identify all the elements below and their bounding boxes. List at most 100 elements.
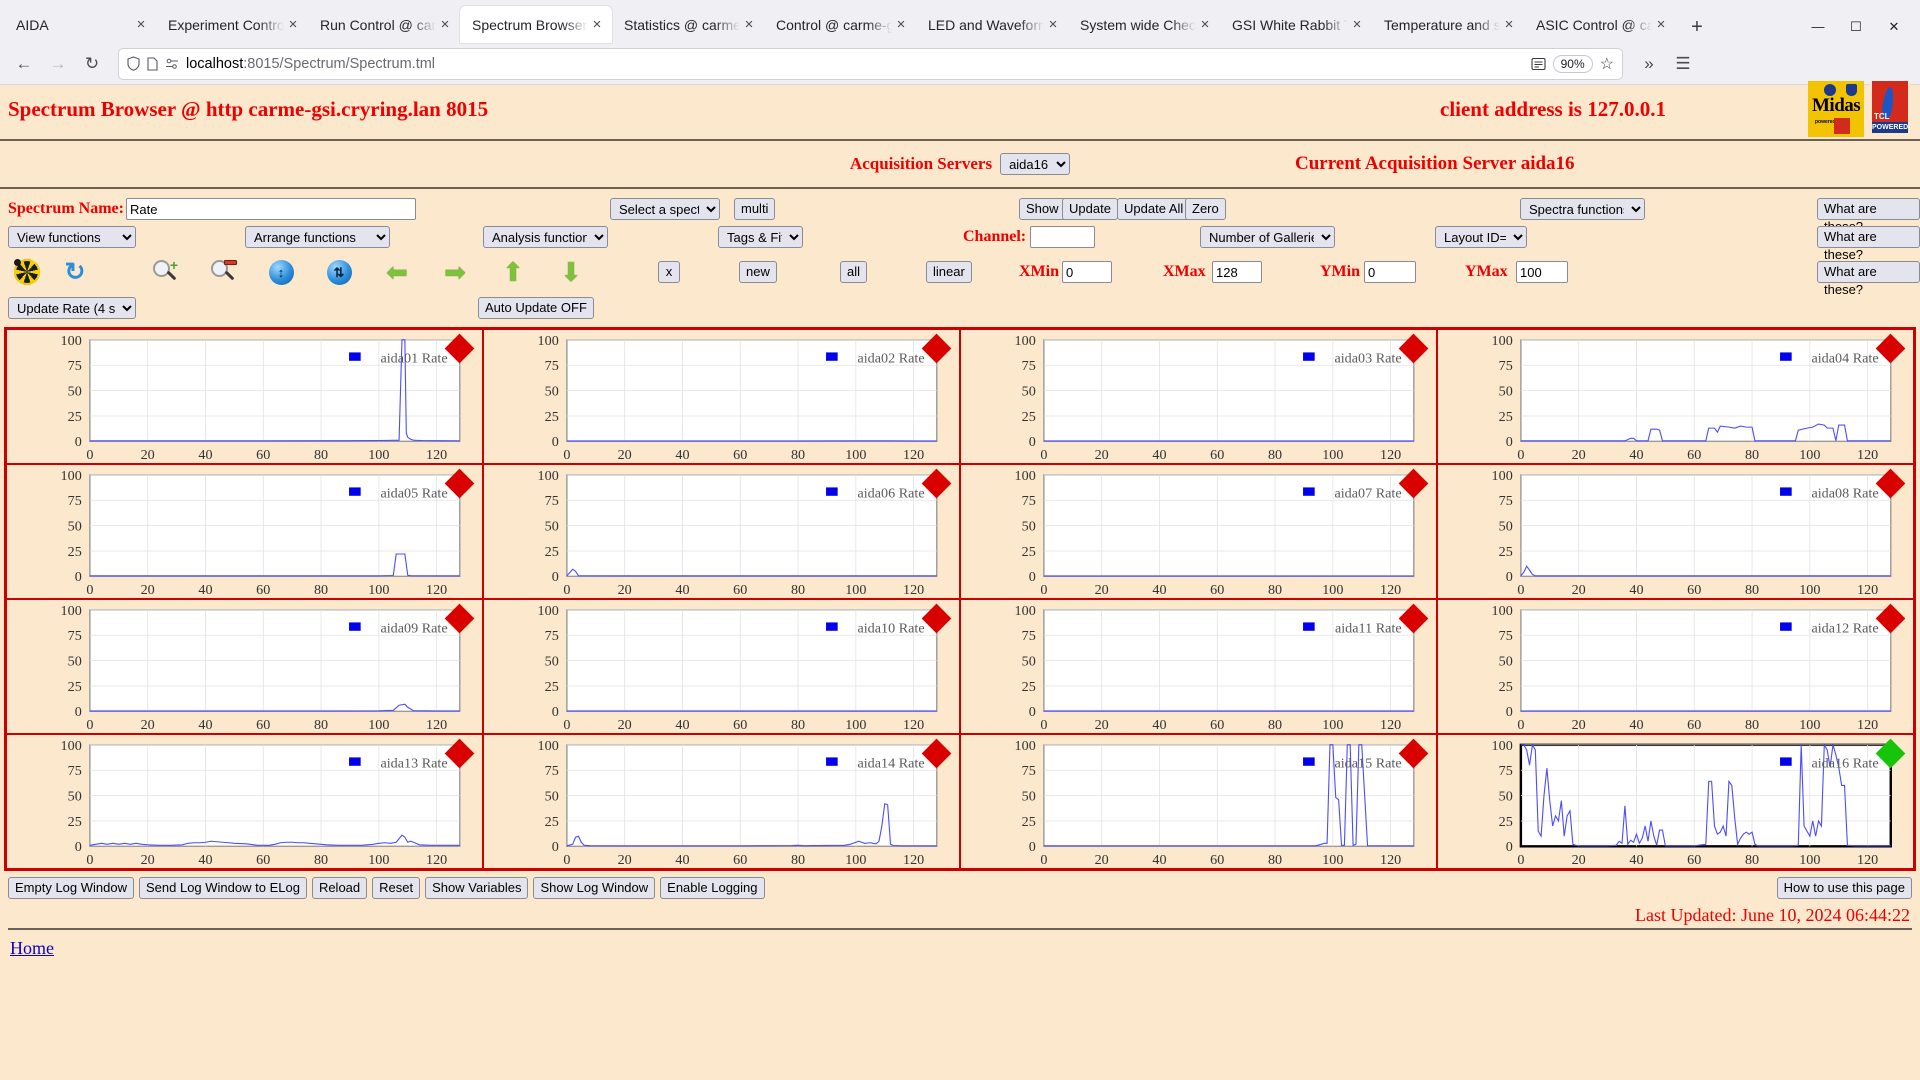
browser-tab[interactable]: System wide Check × [1068,6,1220,43]
spectrum-panel[interactable]: 0 25 50 75 100 0 20 40 60 80 100 120 aida06 Rate [483,464,960,599]
arrange-functions-dropdown[interactable]: Arrange functions [245,226,390,248]
zoom-out-icon[interactable] [206,255,240,289]
arrow-down-icon[interactable]: ⬇ [554,255,588,289]
auto-update-button[interactable]: Auto Update OFF [478,297,594,319]
ymax-input[interactable] [1516,261,1568,283]
spectrum-panel[interactable]: 0 25 50 75 100 0 20 40 60 80 100 120 aida16 Rate [1437,734,1914,869]
spectrum-panel[interactable]: 0 25 50 75 100 0 20 40 60 80 100 120 aida02 Rate [483,329,960,464]
reload-button-page[interactable]: Reload [311,877,368,899]
xmin-input[interactable] [1062,261,1112,283]
linear-button[interactable]: linear [926,261,972,283]
update-rate-dropdown[interactable]: Update Rate (4 secs) [8,297,136,319]
permissions-icon[interactable] [165,58,179,70]
multi-button[interactable]: multi [734,198,776,220]
spectrum-panel[interactable]: 0 25 50 75 100 0 20 40 60 80 100 120 aida03 Rate [960,329,1437,464]
spectrum-panel[interactable]: 0 25 50 75 100 0 20 40 60 80 100 120 aida11 Rate [960,599,1437,734]
page-info-icon[interactable] [147,56,158,71]
browser-tab[interactable]: Run Control @ carm × [308,6,460,43]
browser-tab[interactable]: Experiment Control × [156,6,308,43]
spectrum-plot[interactable]: 0 25 50 75 100 0 20 40 60 80 100 120 aida07 Rate [961,465,1436,598]
browser-tab[interactable]: Spectrum Browser × [460,6,612,43]
spectrum-plot[interactable]: 0 25 50 75 100 0 20 40 60 80 100 120 aida03 Rate [961,330,1436,463]
tags-and-fits-dropdown[interactable]: Tags & Fits [718,226,803,248]
back-button[interactable]: ← [8,48,40,80]
spectrum-panel[interactable]: 0 25 50 75 100 0 20 40 60 80 100 120 aida05 Rate [6,464,483,599]
reset-button[interactable]: Reset [372,877,421,899]
new-button[interactable]: new [739,261,777,283]
arrow-right-icon[interactable]: ➡ [438,255,472,289]
analysis-functions-dropdown[interactable]: Analysis functions [483,226,608,248]
show-button[interactable]: Show [1019,198,1066,220]
browser-tab[interactable]: ASIC Control @ car × [1524,6,1676,43]
number-of-galleries-dropdown[interactable]: Number of Galleries [1200,226,1335,248]
spectrum-plot[interactable]: 0 25 50 75 100 0 20 40 60 80 100 120 aida08 Rate [1438,465,1913,598]
collapse-icon[interactable]: ↕ [264,255,298,289]
channel-input[interactable] [1030,226,1095,248]
spectrum-plot[interactable]: 0 25 50 75 100 0 20 40 60 80 100 120 aida16 Rate [1438,735,1913,868]
spectrum-plot[interactable]: 0 25 50 75 100 0 20 40 60 80 100 120 aida04 Rate [1438,330,1913,463]
empty-log-window-button[interactable]: Empty Log Window [8,877,134,899]
spectrum-panel[interactable]: 0 25 50 75 100 0 20 40 60 80 100 120 aida14 Rate [483,734,960,869]
x-button[interactable]: x [658,261,680,283]
spectrum-panel[interactable]: 0 25 50 75 100 0 20 40 60 80 100 120 aida10 Rate [483,599,960,734]
what-are-these-button-1[interactable]: What are these? [1817,198,1920,234]
reload-button[interactable]: ↻ [76,48,108,80]
spectrum-plot[interactable]: 0 25 50 75 100 0 20 40 60 80 100 120 aida05 Rate [7,465,482,598]
url-text[interactable]: localhost:8015/Spectrum/Spectrum.tml [186,56,1524,72]
tab-close-icon[interactable]: × [588,16,606,34]
tab-close-icon[interactable]: × [132,16,150,34]
radiation-icon[interactable] [10,255,44,289]
spectrum-panel[interactable]: 0 25 50 75 100 0 20 40 60 80 100 120 aida12 Rate [1437,599,1914,734]
view-functions-dropdown[interactable]: View functions [8,226,136,248]
select-a-spectrum-dropdown[interactable]: Select a spectrum [610,198,720,220]
browser-tab[interactable]: LED and Waveform × [916,6,1068,43]
tab-close-icon[interactable]: × [1348,16,1366,34]
new-tab-button[interactable]: + [1682,13,1712,43]
enable-logging-button[interactable]: Enable Logging [660,877,765,899]
spectrum-plot[interactable]: 0 25 50 75 100 0 20 40 60 80 100 120 aida01 Rate [7,330,482,463]
arrow-up-icon[interactable]: ⬆ [496,255,530,289]
zoom-in-icon[interactable]: + [148,255,182,289]
tab-close-icon[interactable]: × [436,16,454,34]
spectrum-panel[interactable]: 0 25 50 75 100 0 20 40 60 80 100 120 aida08 Rate [1437,464,1914,599]
expand-icon[interactable]: ⇅ [322,255,356,289]
all-button[interactable]: all [840,261,868,283]
minimize-window-button[interactable]: — [1800,11,1836,43]
layout-id-dropdown[interactable]: Layout ID=1 [1435,226,1527,248]
spectrum-panel[interactable]: 0 25 50 75 100 0 20 40 60 80 100 120 aida04 Rate [1437,329,1914,464]
spectrum-panel[interactable]: 0 25 50 75 100 0 20 40 60 80 100 120 aida09 Rate [6,599,483,734]
spectra-functions-dropdown[interactable]: Spectra functions [1520,198,1645,220]
acquisition-server-select[interactable]: aida16 [1000,153,1071,175]
bookmark-star-icon[interactable]: ☆ [1600,54,1614,74]
spectrum-plot[interactable]: 0 25 50 75 100 0 20 40 60 80 100 120 aida12 Rate [1438,600,1913,733]
spectrum-plot[interactable]: 0 25 50 75 100 0 20 40 60 80 100 120 aida15 Rate [961,735,1436,868]
tab-close-icon[interactable]: × [1044,16,1062,34]
reader-view-icon[interactable] [1531,57,1546,71]
overflow-menu-button[interactable]: » [1633,48,1665,80]
browser-tab[interactable]: AIDA × [4,6,156,43]
refresh-icon[interactable]: ↻ [58,255,92,289]
send-log-to-elog-button[interactable]: Send Log Window to ELog [139,877,307,899]
tab-close-icon[interactable]: × [1500,16,1518,34]
spectrum-panel[interactable]: 0 25 50 75 100 0 20 40 60 80 100 120 aida07 Rate [960,464,1437,599]
tab-close-icon[interactable]: × [1652,16,1670,34]
app-menu-button[interactable]: ☰ [1667,48,1699,80]
home-link[interactable]: Home [10,938,54,958]
browser-tab[interactable]: Statistics @ carme × [612,6,764,43]
how-to-use-this-page-button[interactable]: How to use this page [1776,877,1912,899]
maximize-window-button[interactable]: ☐ [1838,11,1874,43]
update-all-button[interactable]: Update All [1117,198,1191,220]
spectrum-plot[interactable]: 0 25 50 75 100 0 20 40 60 80 100 120 aida10 Rate [484,600,959,733]
tab-close-icon[interactable]: × [1196,16,1214,34]
show-log-window-button[interactable]: Show Log Window [533,877,656,899]
xmax-input[interactable] [1212,261,1262,283]
ymin-input[interactable] [1364,261,1416,283]
zero-button[interactable]: Zero [1185,198,1226,220]
arrow-left-icon[interactable]: ⬅ [380,255,414,289]
zoom-level-badge[interactable]: 90% [1552,54,1593,73]
spectrum-plot[interactable]: 0 25 50 75 100 0 20 40 60 80 100 120 aida06 Rate [484,465,959,598]
update-button[interactable]: Update [1062,198,1118,220]
tab-close-icon[interactable]: × [284,16,302,34]
close-window-button[interactable]: ✕ [1876,11,1912,43]
browser-tab[interactable]: Control @ carme-g × [764,6,916,43]
